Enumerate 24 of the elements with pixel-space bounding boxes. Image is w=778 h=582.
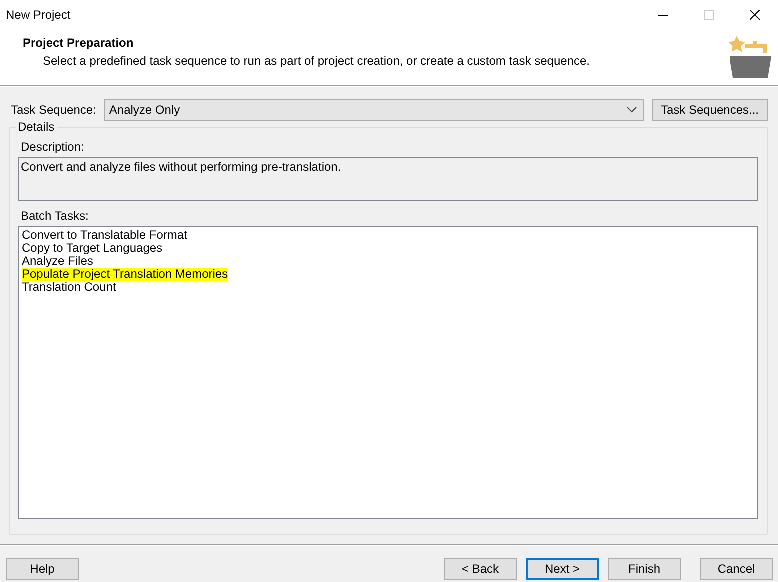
dialog-button[interactable]: Help [6,558,79,580]
task-sequences-button[interactable]: Task Sequences... [652,99,768,121]
batch-task: Translation Count [22,281,116,294]
close-icon[interactable] [750,10,760,20]
batch-tasks-label: Batch Tasks: [21,209,90,223]
task-sequence-dropdown[interactable]: Analyze Only [104,99,644,121]
batch-task: Convert to Translatable Format [22,229,188,242]
task-sequence-label: Task Sequence: [11,103,96,117]
dialog-button[interactable]: < Back [444,558,517,580]
batch-task: Analyze Files [22,255,94,268]
page-title: Project Preparation [23,36,135,50]
batch-task: Copy to Target Languages [22,242,163,255]
minimize-icon[interactable] [658,14,668,16]
description-field: Convert and analyze files without performing pre-translation. [18,157,758,201]
basket-star-icon [728,34,774,80]
group-label: Details [16,120,57,134]
page-subtitle: Select a predefined task sequence to run as part of project creation, or create a custom task sequence. [42,53,590,68]
window-title: New Project [5,8,71,22]
dialog-button[interactable]: Next > [526,558,599,580]
dialog-button[interactable]: Finish [608,558,681,580]
dialog-button[interactable]: Cancel [700,558,773,580]
batch-task: Populate Project Translation Memories [22,268,228,281]
chevron-down-icon [626,107,637,113]
description-label: Description: [21,140,86,154]
